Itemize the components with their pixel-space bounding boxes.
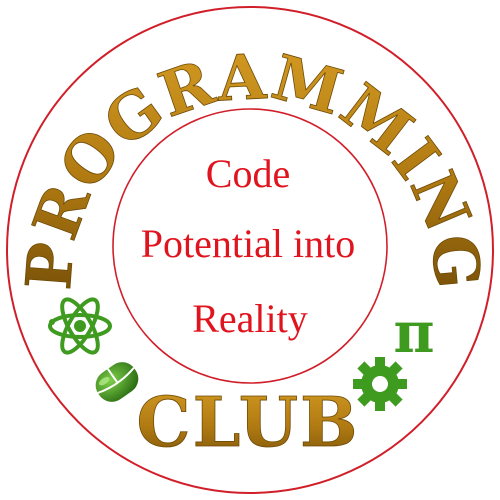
gear-icon	[353, 357, 407, 411]
bottom-title: CLUB	[137, 383, 360, 463]
motto-line-1: Code	[206, 151, 290, 196]
atom-icon	[48, 297, 112, 355]
pi-icon: π	[394, 300, 435, 366]
motto-line-2: Potential into	[141, 221, 355, 266]
motto-line-3: Reality	[192, 296, 308, 341]
programming-club-logo: PROGRAMMING CLUB Code Potential into Rea…	[6, 6, 494, 494]
